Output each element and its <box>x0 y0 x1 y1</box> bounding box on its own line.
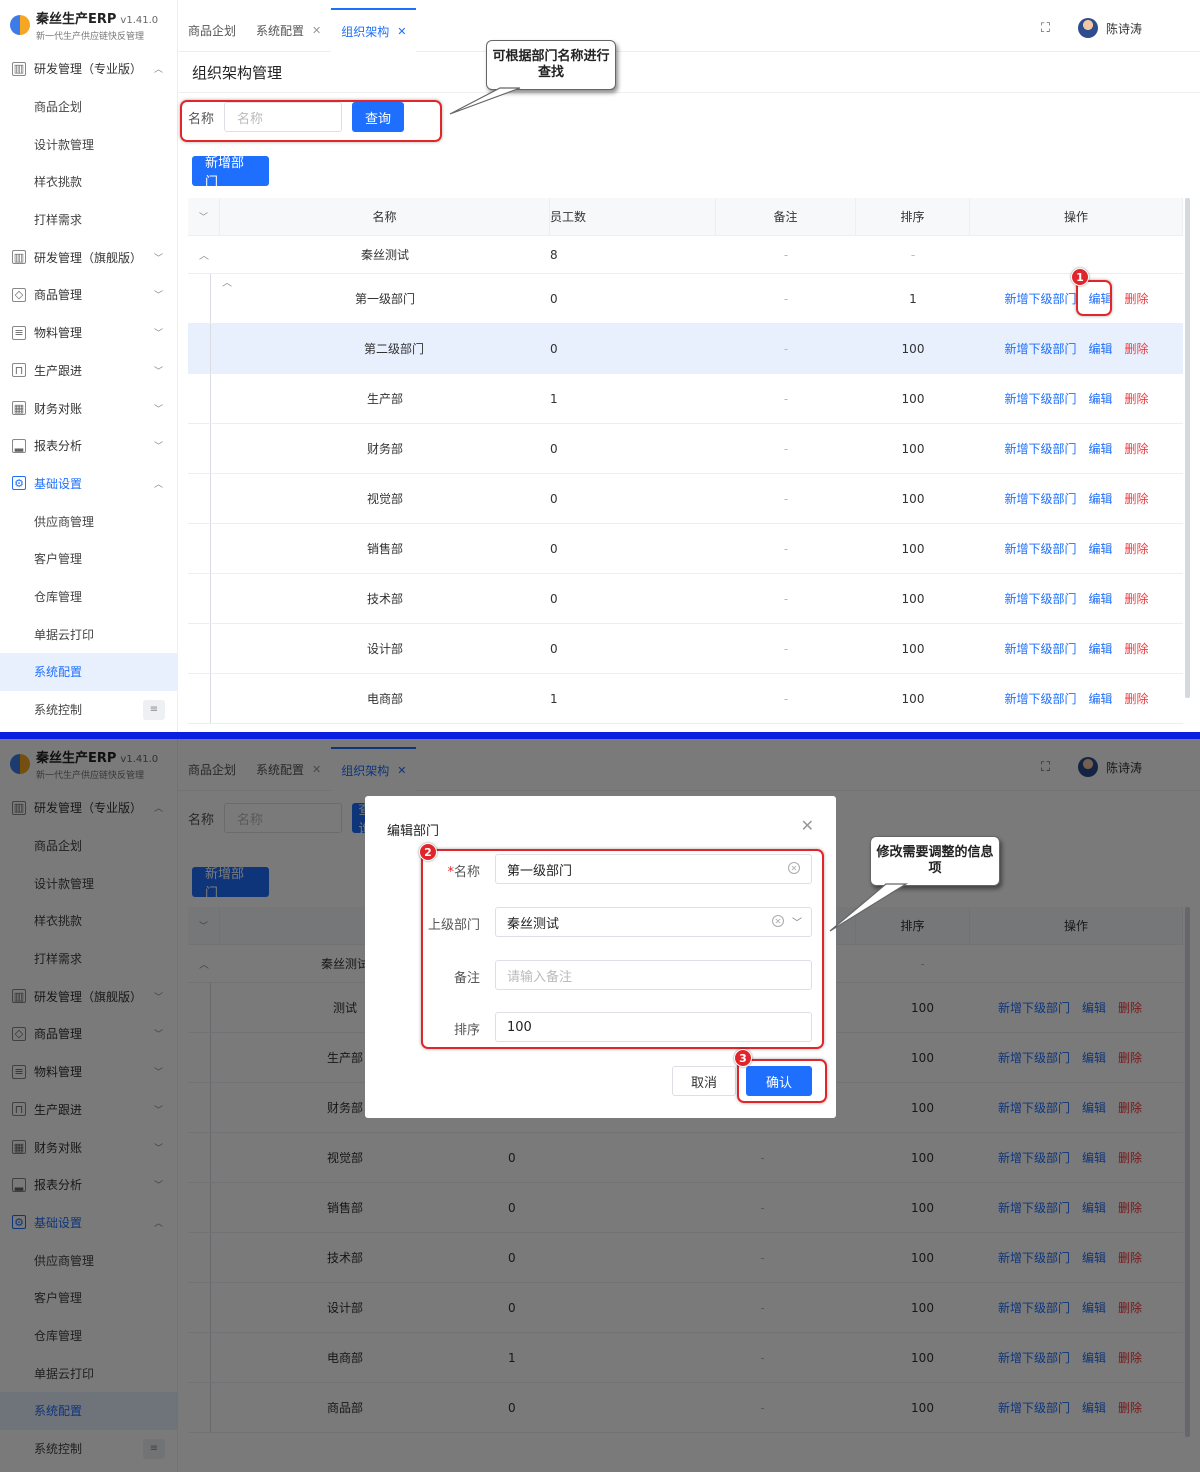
screenshot-top-panel: 秦丝生产ERP v1.41.0 新一代生产供应链快反管理 ▥ 研发管理（专业版） ︿ 商品企… <box>0 0 1200 732</box>
step-badge-1: 1 <box>1071 268 1089 286</box>
callout-pointer <box>449 87 521 115</box>
screenshot-bottom-panel: 秦丝生产ERPv1.41.0新一代生产供应链快反管理▥研发管理（专业版）︿商品企… <box>0 739 1200 1472</box>
panel-divider <box>0 732 1200 739</box>
callout-pointer <box>829 883 909 932</box>
